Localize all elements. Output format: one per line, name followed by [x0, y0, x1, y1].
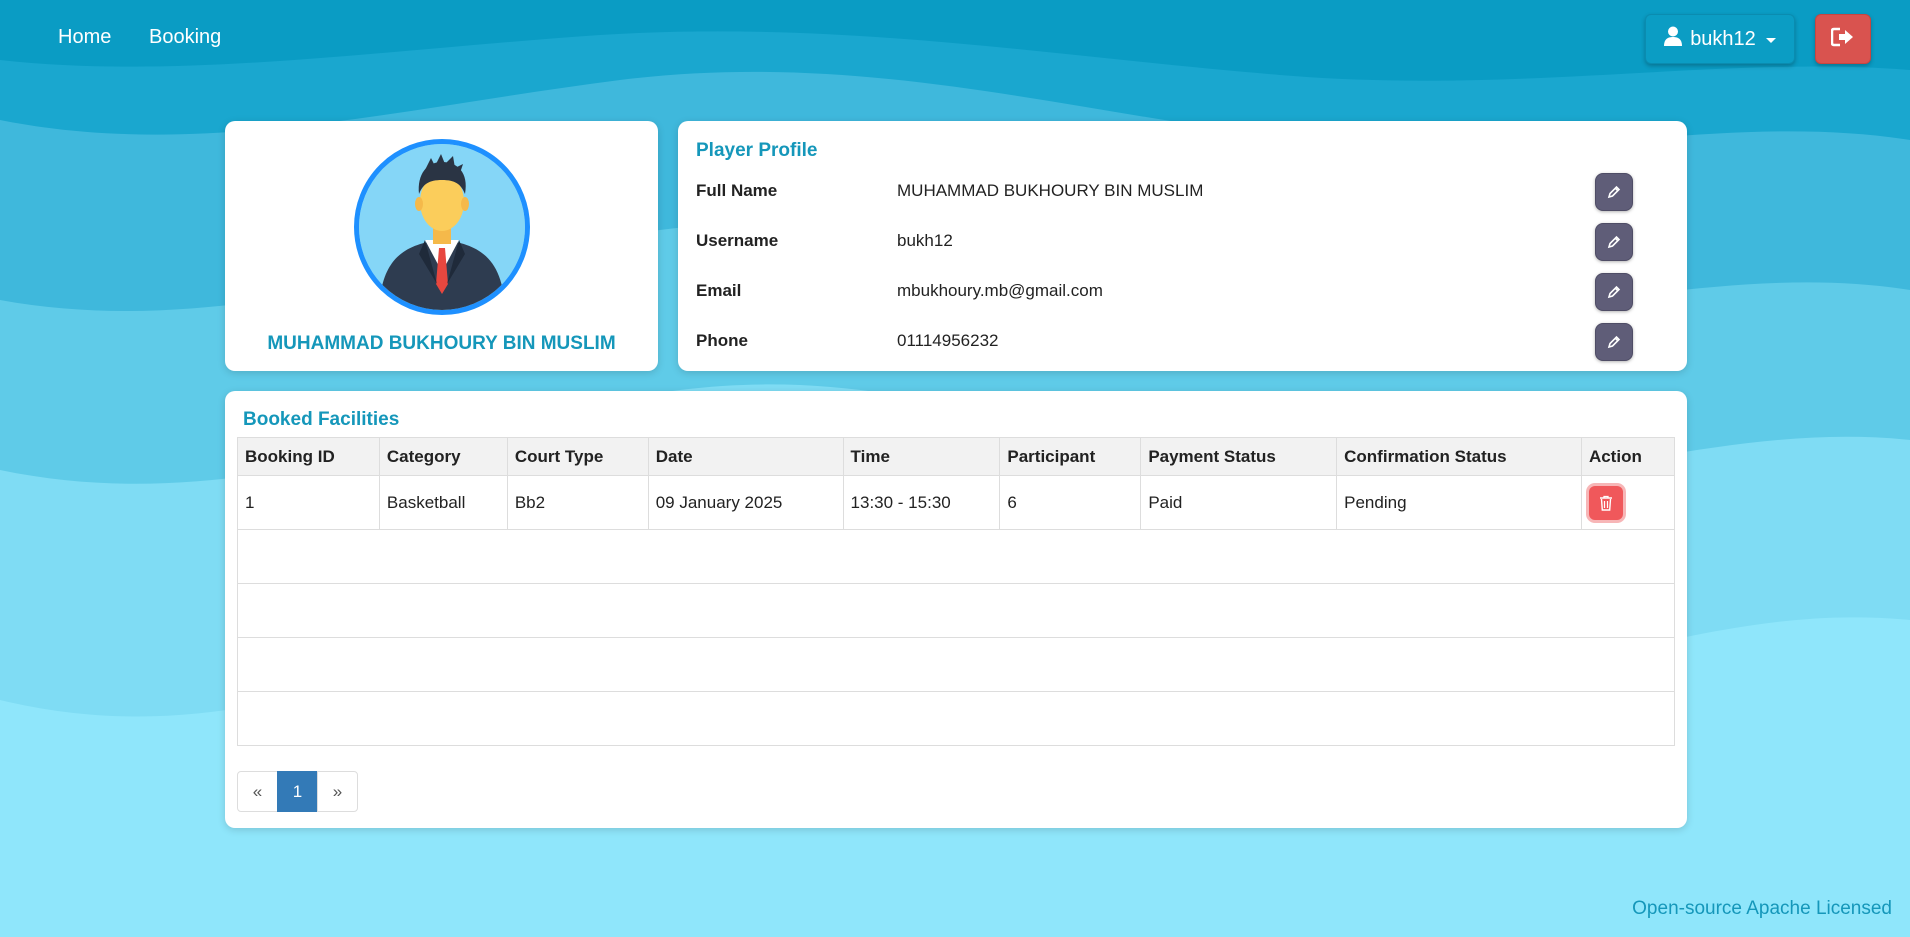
profile-row-full-name: Full Name MUHAMMAD BUKHOURY BIN MUSLIM — [696, 171, 1656, 211]
booked-facilities-card: Booked Facilities Booking ID Category Co… — [225, 391, 1687, 828]
column-header: Confirmation Status — [1336, 437, 1582, 476]
court-type-cell: Bb2 — [506, 475, 649, 530]
column-header: Time — [842, 437, 1001, 476]
full-name-value: MUHAMMAD BUKHOURY BIN MUSLIM — [897, 181, 1204, 200]
edit-username-button[interactable] — [1595, 223, 1633, 261]
column-header: Action — [1580, 437, 1676, 476]
column-header: Date — [647, 437, 844, 476]
profile-row-phone: Phone 01114956232 — [696, 321, 1656, 361]
full-name-label: Full Name — [696, 181, 778, 200]
column-header: Category — [378, 437, 508, 476]
column-header: Payment Status — [1140, 437, 1338, 476]
bookings-table: Booking ID Category Court Type Date Time… — [237, 437, 1676, 746]
action-cell — [1580, 475, 1676, 530]
player-name: MUHAMMAD BUKHOURY BIN MUSLIM — [267, 333, 616, 354]
pagination-next-button[interactable]: » — [317, 771, 358, 812]
time-cell: 13:30 - 15:30 — [842, 475, 1001, 530]
trash-icon — [1599, 495, 1612, 511]
profile-row-username: Username bukh12 — [696, 221, 1656, 261]
empty-table-row — [237, 691, 1675, 746]
pencil-icon — [1607, 335, 1621, 349]
table-row: 1 Basketball Bb2 09 January 2025 13:30 -… — [237, 475, 1676, 530]
player-profile-title: Player Profile — [696, 140, 818, 161]
email-value: mbukhoury.mb@gmail.com — [897, 281, 1103, 300]
phone-value: 01114956232 — [897, 331, 999, 350]
delete-booking-button[interactable] — [1588, 485, 1623, 520]
booking-id-cell: 1 — [237, 475, 380, 530]
empty-table-row — [237, 637, 1675, 692]
confirmation-status-cell: Pending — [1336, 475, 1582, 530]
avatar-card: MUHAMMAD BUKHOURY BIN MUSLIM — [225, 121, 658, 371]
user-icon — [1664, 26, 1683, 52]
empty-table-row — [237, 529, 1675, 584]
empty-table-row — [237, 583, 1675, 638]
user-menu-button[interactable]: bukh12 — [1645, 14, 1795, 64]
profile-row-email: Email mbukhoury.mb@gmail.com — [696, 271, 1656, 311]
participant-cell: 6 — [999, 475, 1142, 530]
pencil-icon — [1607, 285, 1621, 299]
chevron-down-icon — [1765, 37, 1776, 43]
logout-icon — [1830, 27, 1855, 52]
pagination-page-button[interactable]: 1 — [277, 771, 318, 812]
edit-full-name-button[interactable] — [1595, 173, 1633, 211]
payment-status-cell: Paid — [1140, 475, 1338, 530]
booked-facilities-title: Booked Facilities — [243, 409, 400, 430]
date-cell: 09 January 2025 — [647, 475, 844, 530]
username-label: Username — [696, 231, 779, 250]
phone-label: Phone — [696, 331, 748, 350]
player-profile-card: Player Profile Full Name MUHAMMAD BUKHOU… — [678, 121, 1687, 371]
edit-phone-button[interactable] — [1595, 323, 1633, 361]
nav-home-link[interactable]: Home — [58, 26, 111, 49]
column-header: Court Type — [506, 437, 649, 476]
category-cell: Basketball — [378, 475, 508, 530]
avatar — [354, 139, 530, 315]
user-menu-label: bukh12 — [1690, 27, 1756, 50]
column-header: Booking ID — [237, 437, 380, 476]
column-header: Participant — [999, 437, 1142, 476]
table-header-row: Booking ID Category Court Type Date Time… — [237, 437, 1676, 476]
edit-email-button[interactable] — [1595, 273, 1633, 311]
pencil-icon — [1607, 235, 1621, 249]
email-label: Email — [696, 281, 742, 300]
pencil-icon — [1607, 185, 1621, 199]
pagination-prev-button[interactable]: « — [237, 771, 278, 812]
username-value: bukh12 — [897, 231, 953, 250]
logout-button[interactable] — [1815, 14, 1871, 64]
nav-booking-link[interactable]: Booking — [149, 26, 221, 49]
license-footer: Open-source Apache Licensed — [1632, 898, 1892, 919]
pagination: « 1 » — [237, 771, 358, 812]
